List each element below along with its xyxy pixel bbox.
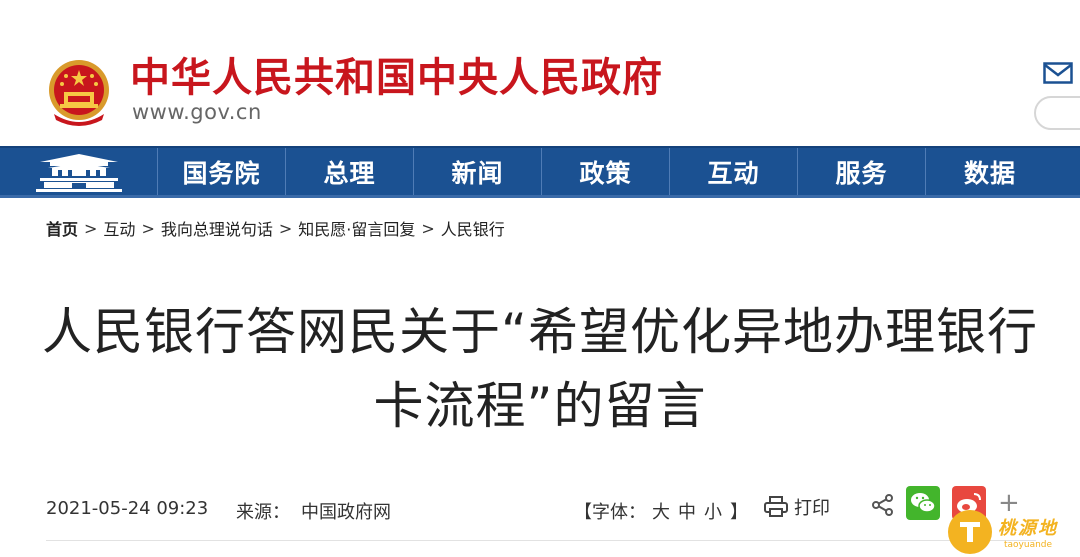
print-button[interactable]: 打印 (764, 494, 830, 520)
font-size-control: 【字体： 大 中 小 】 (574, 498, 754, 524)
nav-item-data[interactable]: 数据 (926, 148, 1054, 195)
meta-divider (46, 540, 1036, 541)
mail-icon[interactable] (1043, 62, 1073, 84)
tiananmen-logo-icon[interactable] (0, 148, 158, 195)
breadcrumb-separator: > (84, 218, 98, 238)
source-value: 中国政府网 (301, 502, 391, 523)
publish-date: 2021-05-24 09:23 (46, 498, 209, 519)
source-label: 来源： (236, 502, 290, 523)
site-title[interactable]: 中华人民共和国中央人民政府 (130, 52, 663, 104)
breadcrumb-replies[interactable]: 知民愿·留言回复 (298, 216, 415, 240)
wechat-icon (911, 493, 936, 513)
main-nav: 国务院 总理 新闻 政策 互动 服务 数据 (0, 146, 1080, 198)
breadcrumb-separator: > (421, 218, 435, 238)
font-size-medium-button[interactable]: 中 (678, 498, 696, 524)
breadcrumb-pboc[interactable]: 人民银行 (441, 216, 505, 240)
printer-icon (764, 496, 788, 517)
font-size-small-button[interactable]: 小 (704, 498, 722, 524)
breadcrumb-home[interactable]: 首页 (46, 216, 78, 240)
print-label: 打印 (794, 498, 830, 519)
watermark-text: 桃源地 (998, 518, 1058, 539)
article-title: 人民银行答网民关于“希望优化异地办理银行卡流程”的留言 (42, 303, 1038, 435)
share-icon[interactable] (872, 494, 894, 516)
nav-item-news[interactable]: 新闻 (414, 148, 542, 195)
watermark-logo (948, 510, 992, 554)
site-header: 中华人民共和国中央人民政府 www.gov.cn (0, 0, 1080, 146)
nav-item-interaction[interactable]: 互动 (670, 148, 798, 195)
nav-item-premier[interactable]: 总理 (286, 148, 414, 195)
wechat-share-button[interactable] (906, 486, 940, 520)
nav-item-policy[interactable]: 政策 (542, 148, 670, 195)
breadcrumb-message-premier[interactable]: 我向总理说句话 (161, 216, 273, 240)
breadcrumb-interaction[interactable]: 互动 (103, 216, 135, 240)
site-url[interactable]: www.gov.cn (132, 100, 262, 124)
watermark-subtext: taoyuande (1004, 540, 1053, 550)
national-emblem-icon[interactable] (46, 58, 112, 128)
nav-item-state-council[interactable]: 国务院 (158, 148, 286, 195)
nav-item-services[interactable]: 服务 (798, 148, 926, 195)
search-input[interactable] (1034, 96, 1080, 130)
breadcrumb: 首页 > 互动 > 我向总理说句话 > 知民愿·留言回复 > 人民银行 (46, 216, 505, 240)
font-size-label: 【字体： (574, 502, 646, 523)
breadcrumb-separator: > (141, 218, 155, 238)
font-size-close: 】 (730, 502, 748, 523)
breadcrumb-separator: > (278, 218, 293, 238)
article-meta: 2021-05-24 09:23 来源： 中国政府网 【字体： 大 中 小 】 … (46, 486, 1046, 524)
font-size-large-button[interactable]: 大 (652, 498, 670, 524)
